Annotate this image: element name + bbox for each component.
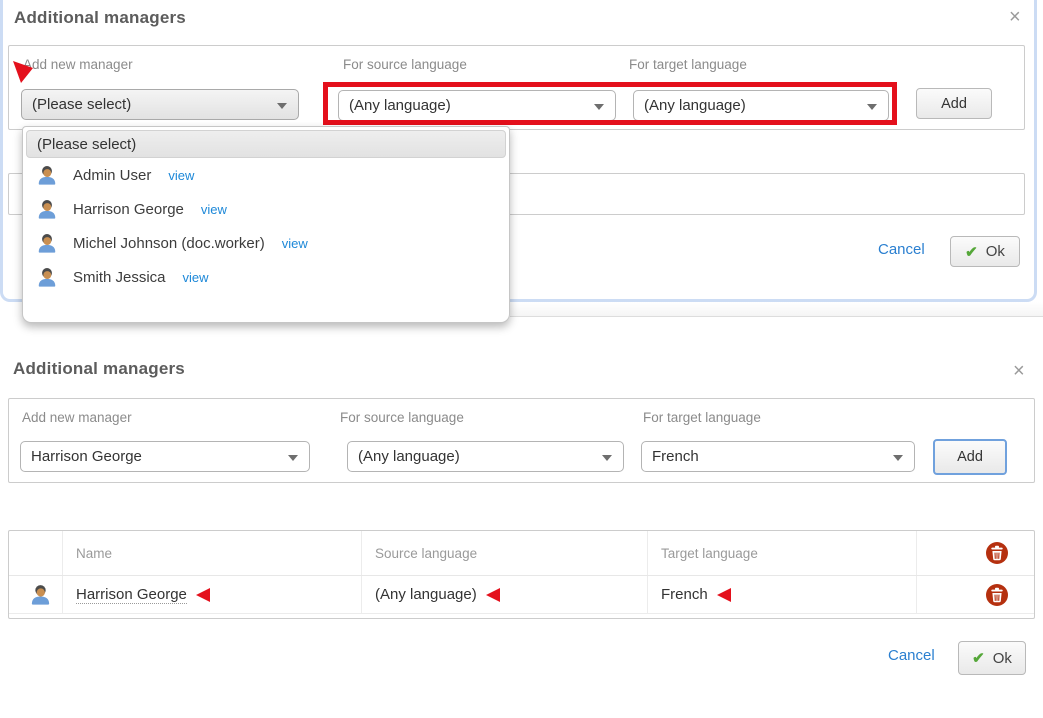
manager-label: Add new manager xyxy=(23,57,133,72)
page: Additional managers × Add new manager Fo… xyxy=(0,0,1043,718)
manager-select[interactable]: Harrison George xyxy=(20,441,310,472)
dropdown-item-michel-johnson[interactable]: Michel Johnson (doc.worker) view xyxy=(26,226,506,260)
page-divider xyxy=(510,302,1043,317)
check-icon: ✔ xyxy=(965,243,978,261)
managers-table: Name Source language Target language xyxy=(8,530,1035,619)
check-icon: ✔ xyxy=(972,649,985,667)
table-header-row: Name Source language Target language xyxy=(9,531,1034,576)
dialog-additional-managers-after: Additional managers × Add new manager Fo… xyxy=(0,352,1043,718)
manager-label: Add new manager xyxy=(22,410,132,425)
user-avatar-icon xyxy=(36,198,58,220)
column-header-target: Target language xyxy=(648,531,917,575)
target-language-label: For target language xyxy=(629,57,747,72)
annotation-arrow-icon xyxy=(12,59,36,85)
view-link[interactable]: view xyxy=(183,270,209,285)
add-manager-form: Add new manager For source language For … xyxy=(8,398,1035,483)
view-link[interactable]: view xyxy=(201,202,227,217)
add-button[interactable]: Add xyxy=(916,88,992,119)
dialog-additional-managers-before: Additional managers × Add new manager Fo… xyxy=(3,0,1034,299)
view-link[interactable]: view xyxy=(282,236,308,251)
annotation-arrow-icon xyxy=(196,588,210,602)
ok-button[interactable]: ✔ Ok xyxy=(950,236,1020,267)
target-language-label: For target language xyxy=(643,410,761,425)
cancel-button[interactable]: Cancel xyxy=(888,647,935,664)
column-header-source: Source language xyxy=(362,531,648,575)
manager-name-link[interactable]: Harrison George xyxy=(76,586,187,604)
chevron-down-icon xyxy=(288,455,298,461)
annotation-arrow-icon xyxy=(717,588,731,602)
user-avatar-icon xyxy=(36,164,58,186)
user-avatar-icon xyxy=(29,583,52,606)
chevron-down-icon xyxy=(602,455,612,461)
source-language-label: For source language xyxy=(340,410,464,425)
chevron-down-icon xyxy=(277,103,287,109)
user-avatar-icon xyxy=(36,266,58,288)
annotation-arrow-icon xyxy=(486,588,500,602)
delete-all-trash-icon[interactable] xyxy=(986,542,1008,564)
chevron-down-icon xyxy=(893,455,903,461)
user-avatar-icon xyxy=(36,232,58,254)
target-language-select[interactable]: French xyxy=(641,441,915,472)
cancel-button[interactable]: Cancel xyxy=(878,241,925,258)
view-link[interactable]: view xyxy=(168,168,194,183)
dropdown-item-admin-user[interactable]: Admin User view xyxy=(26,158,506,192)
table-row: Harrison George (Any language) French xyxy=(9,576,1034,614)
dialog-title: Additional managers xyxy=(14,8,186,28)
source-language-label: For source language xyxy=(343,57,467,72)
annotation-highlight-rect xyxy=(323,82,897,125)
close-icon[interactable]: × xyxy=(1009,7,1021,27)
dialog-title: Additional managers xyxy=(13,359,185,379)
row-source-language: (Any language) xyxy=(375,586,477,603)
row-target-language: French xyxy=(661,586,708,603)
manager-dropdown-list: (Please select) Admin User view Harrison… xyxy=(22,126,510,323)
source-language-select[interactable]: (Any language) xyxy=(347,441,624,472)
column-header-name: Name xyxy=(63,531,362,575)
dropdown-item-placeholder[interactable]: (Please select) xyxy=(26,130,506,158)
dropdown-item-harrison-george[interactable]: Harrison George view xyxy=(26,192,506,226)
dropdown-item-smith-jessica[interactable]: Smith Jessica view xyxy=(26,260,506,294)
close-icon[interactable]: × xyxy=(1013,361,1025,381)
manager-select[interactable]: (Please select) xyxy=(21,89,299,120)
add-button[interactable]: Add xyxy=(933,439,1007,475)
delete-row-trash-icon[interactable] xyxy=(986,584,1008,606)
ok-button[interactable]: ✔ Ok xyxy=(958,641,1026,675)
